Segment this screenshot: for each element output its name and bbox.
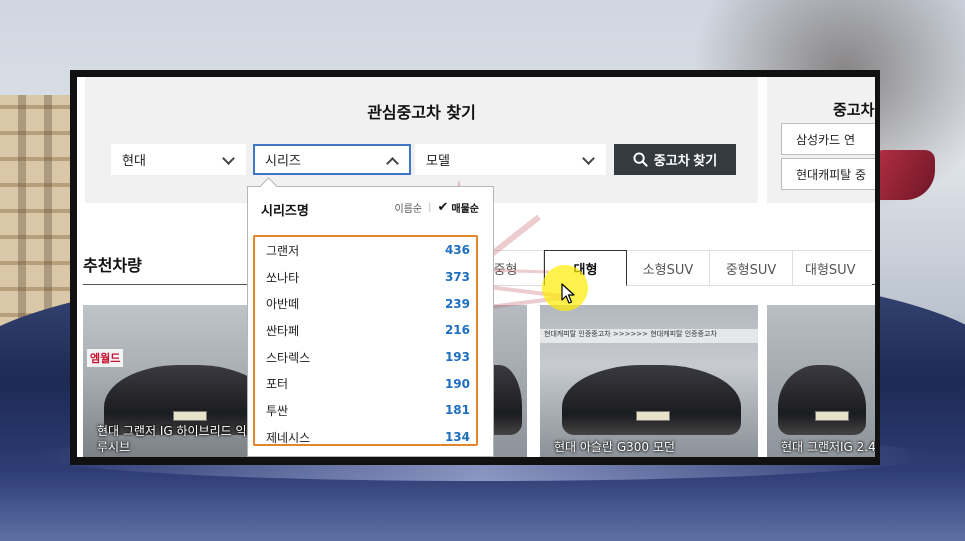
series-select-value: 시리즈 <box>265 154 301 169</box>
car-card-caption: 현대 그랜저IG 2.4 <box>781 440 875 454</box>
tab-large-suv[interactable]: 대형SUV <box>793 250 872 286</box>
recommend-title: 추천차량 <box>83 256 142 275</box>
mouse-cursor-icon <box>561 283 575 304</box>
dealer-logo: 엠월드 <box>87 349 124 367</box>
series-item[interactable]: 스타렉스 193 <box>266 344 470 371</box>
maker-select[interactable]: 현대 <box>111 144 246 175</box>
search-panel: 관심중고차 찾기 현대 시리즈 모델 중고차 찾기 <box>85 77 758 203</box>
side-title: 중고차 <box>833 101 875 119</box>
side-panel: 중고차 삼성카드 연 현대캐피탈 중 <box>767 77 875 203</box>
car-photo-banner: 현대캐피탈 인증중고차 >>>>>> 현대캐피탈 인증중고차 <box>540 329 758 343</box>
hyundai-capital-button[interactable]: 현대캐피탈 중 <box>781 158 875 190</box>
chevron-down-icon <box>582 152 595 165</box>
model-select[interactable]: 모델 <box>415 144 606 175</box>
series-item[interactable]: 투싼 181 <box>266 397 470 424</box>
series-item[interactable]: 포터 190 <box>266 370 470 397</box>
series-dropdown: 시리즈명 이름순 | ✔ 매물순 그랜저 436 쏘나타 373 아반떼 239 싼타… <box>247 186 494 457</box>
series-item[interactable]: 제네시스 134 <box>266 424 470 451</box>
category-tabs: 중형 대형 소형SUV 중형SUV 대형SUV <box>467 250 872 286</box>
car-card[interactable]: 현대 그랜저IG 2.4 <box>767 305 875 457</box>
series-item[interactable]: 싼타페 216 <box>266 317 470 344</box>
dropdown-header: 시리즈명 <box>261 204 309 219</box>
tab-small-suv[interactable]: 소형SUV <box>627 250 710 286</box>
series-item[interactable]: 쏘나타 373 <box>266 264 470 291</box>
car-card[interactable]: 현대캐피탈 인증중고차 >>>>>> 현대캐피탈 인증중고차 현대 아슬란 G3… <box>540 305 758 457</box>
maker-select-value: 현대 <box>122 154 146 169</box>
screenshot-frame: 관심중고차 찾기 현대 시리즈 모델 중고차 찾기 중고차 삼성카드 연 현대캐… <box>70 70 880 465</box>
sort-by-count[interactable]: 매물순 <box>451 200 479 215</box>
search-button-label: 중고차 찾기 <box>653 153 718 168</box>
series-item[interactable]: 아반떼 239 <box>266 290 470 317</box>
web-page: 관심중고차 찾기 현대 시리즈 모델 중고차 찾기 중고차 삼성카드 연 현대캐… <box>77 77 875 457</box>
search-title: 관심중고차 찾기 <box>367 103 476 122</box>
car-card-caption: 현대 그랜저 IG 하이브리드 익스클 루시브 <box>97 424 269 454</box>
series-list: 그랜저 436 쏘나타 373 아반떼 239 싼타페 216 스타렉스 193 포터 19… <box>253 235 478 446</box>
series-item[interactable]: 그랜저 436 <box>266 237 470 264</box>
chevron-up-icon <box>386 157 399 170</box>
series-select[interactable]: 시리즈 <box>253 144 411 175</box>
car-card-caption: 현대 아슬란 G300 모던 <box>554 440 675 454</box>
tab-mid-suv[interactable]: 중형SUV <box>710 250 793 286</box>
samsung-card-button[interactable]: 삼성카드 연 <box>781 123 875 155</box>
model-select-value: 모델 <box>426 154 450 169</box>
search-icon <box>633 152 648 167</box>
sort-by-name[interactable]: 이름순 <box>395 200 423 215</box>
chevron-down-icon <box>222 152 235 165</box>
check-icon: ✔ <box>437 200 449 215</box>
sort-options: 이름순 | ✔ 매물순 <box>394 200 480 215</box>
search-button[interactable]: 중고차 찾기 <box>614 144 736 175</box>
